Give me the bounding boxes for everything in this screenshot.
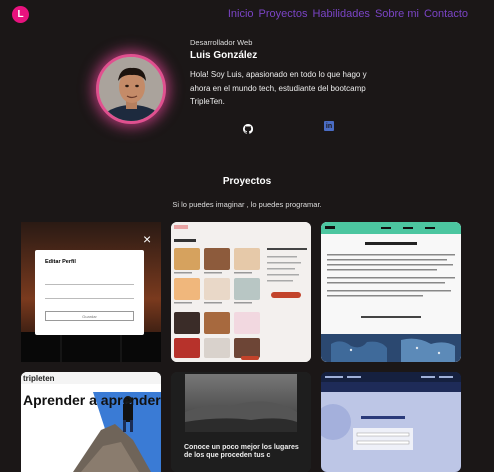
- profile-name: Luis González: [190, 50, 258, 61]
- landscape-text: Conoce un poco mejor los lugares de los …: [184, 444, 299, 459]
- project-card-tripleten[interactable]: tripleten Aprender a aprender: [21, 372, 161, 472]
- modal-save-button[interactable]: Guardar: [45, 311, 134, 321]
- github-icon[interactable]: [242, 121, 254, 134]
- nav-sobre-mi[interactable]: Sobre mi: [375, 8, 419, 20]
- logo[interactable]: L: [12, 6, 29, 23]
- nav-proyectos[interactable]: Proyectos: [259, 8, 308, 20]
- project-card-web[interactable]: [321, 222, 461, 362]
- nav-habilidades[interactable]: Habilidades: [312, 8, 369, 20]
- projects-subtitle: Si lo puedes imaginar , lo puedes progra…: [172, 200, 322, 209]
- tripleten-headline: Aprender a aprender: [23, 392, 161, 408]
- modal-about-field[interactable]: [45, 298, 134, 299]
- projects-title: Proyectos: [222, 176, 272, 187]
- avatar: [96, 54, 166, 124]
- profile-bio: Hola! Soy Luis, apasionado en todo lo qu…: [190, 70, 367, 106]
- modal-name-field[interactable]: [45, 284, 134, 285]
- profile-role: Desarrollador Web: [190, 38, 253, 47]
- project-card-around[interactable]: Editar Perfil Guardar ×: [21, 222, 161, 362]
- edit-profile-modal: Editar Perfil Guardar: [35, 250, 144, 335]
- modal-title: Editar Perfil: [45, 259, 76, 265]
- linkedin-icon[interactable]: in: [324, 121, 334, 131]
- tripleten-brand: tripleten: [23, 374, 55, 383]
- linkedin-text: in: [325, 122, 333, 130]
- project-card-landscape[interactable]: Conoce un poco mejor los lugares de los …: [171, 372, 311, 472]
- close-icon[interactable]: ×: [143, 232, 151, 246]
- project-card-desserts[interactable]: [171, 222, 311, 362]
- logo-letter: L: [17, 9, 24, 20]
- nav-inicio[interactable]: Inicio: [228, 8, 254, 20]
- nav-contacto[interactable]: Contacto: [424, 8, 468, 20]
- main-nav: Inicio Proyectos Habilidades Sobre mi Co…: [228, 8, 468, 20]
- project-card-form[interactable]: [321, 372, 461, 472]
